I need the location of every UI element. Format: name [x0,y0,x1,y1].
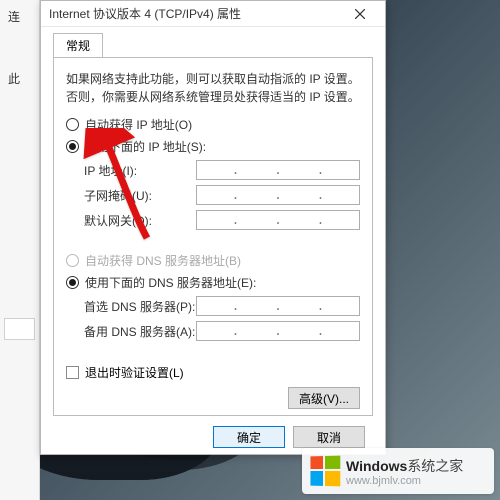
watermark-brand: Windows [346,458,407,474]
parent-window-fragment [4,318,35,340]
default-gateway-input[interactable]: ... [196,210,360,230]
radio-icon [66,140,79,153]
field-ip-address: IP 地址(I): ... [84,160,360,180]
radio-dns-manual[interactable]: 使用下面的 DNS 服务器地址(E): [66,274,360,291]
radio-icon [66,276,79,289]
watermark-url: www.bjmlv.com [346,475,463,487]
divider [66,346,360,358]
radio-icon [66,118,79,131]
watermark-suffix: 系统之家 [407,458,463,474]
radio-icon [66,254,79,267]
button-label: 高级(V)... [299,390,349,407]
field-label: 备用 DNS 服务器(A): [84,323,196,340]
field-subnet-mask: 子网掩码(U): ... [84,185,360,205]
checkbox-icon [66,366,79,379]
tab-strip: 常规 [41,27,385,57]
radio-label: 使用下面的 DNS 服务器地址(E): [85,274,256,291]
parent-window-strip: 连 此 [0,0,40,500]
alternate-dns-input[interactable]: ... [196,321,360,341]
field-label: 首选 DNS 服务器(P): [84,298,196,315]
subnet-mask-input[interactable]: ... [196,185,360,205]
parent-label-2: 此 [8,70,20,87]
info-text: 如果网络支持此功能，则可以获取自动指派的 IP 设置。否则，你需要从网络系统管理… [66,70,360,106]
field-preferred-dns: 首选 DNS 服务器(P): ... [84,296,360,316]
button-label: 取消 [317,429,341,446]
preferred-dns-input[interactable]: ... [196,296,360,316]
validate-on-exit-row[interactable]: 退出时验证设置(L) [66,364,360,381]
button-label: 确定 [237,429,261,446]
checkbox-label: 退出时验证设置(L) [85,364,184,381]
ipv4-properties-dialog: Internet 协议版本 4 (TCP/IPv4) 属性 常规 如果网络支持此… [40,0,386,455]
close-icon [355,9,365,19]
titlebar: Internet 协议版本 4 (TCP/IPv4) 属性 [41,1,385,27]
divider [66,235,360,247]
tab-general[interactable]: 常规 [53,33,103,57]
ip-address-input[interactable]: ... [196,160,360,180]
dialog-title: Internet 协议版本 4 (TCP/IPv4) 属性 [49,5,241,22]
advanced-button[interactable]: 高级(V)... [288,387,360,409]
radio-label: 自动获得 IP 地址(O) [85,116,192,133]
tab-label: 常规 [66,39,90,53]
cancel-button[interactable]: 取消 [293,426,365,448]
field-alternate-dns: 备用 DNS 服务器(A): ... [84,321,360,341]
ok-button[interactable]: 确定 [213,426,285,448]
field-label: 子网掩码(U): [84,187,196,204]
radio-label: 自动获得 DNS 服务器地址(B) [85,252,241,269]
radio-ip-auto[interactable]: 自动获得 IP 地址(O) [66,116,360,133]
close-button[interactable] [343,4,377,24]
field-label: 默认网关(D): [84,212,196,229]
windows-logo-icon [310,456,340,487]
tab-body: 如果网络支持此功能，则可以获取自动指派的 IP 设置。否则，你需要从网络系统管理… [53,57,373,416]
watermark: Windows系统之家 www.bjmlv.com [302,448,494,494]
watermark-text: Windows系统之家 www.bjmlv.com [346,456,463,487]
radio-label: 使用下面的 IP 地址(S): [85,138,206,155]
radio-ip-manual[interactable]: 使用下面的 IP 地址(S): [66,138,360,155]
field-default-gateway: 默认网关(D): ... [84,210,360,230]
parent-label-1: 连 [8,8,20,25]
field-label: IP 地址(I): [84,162,196,179]
radio-dns-auto: 自动获得 DNS 服务器地址(B) [66,252,360,269]
